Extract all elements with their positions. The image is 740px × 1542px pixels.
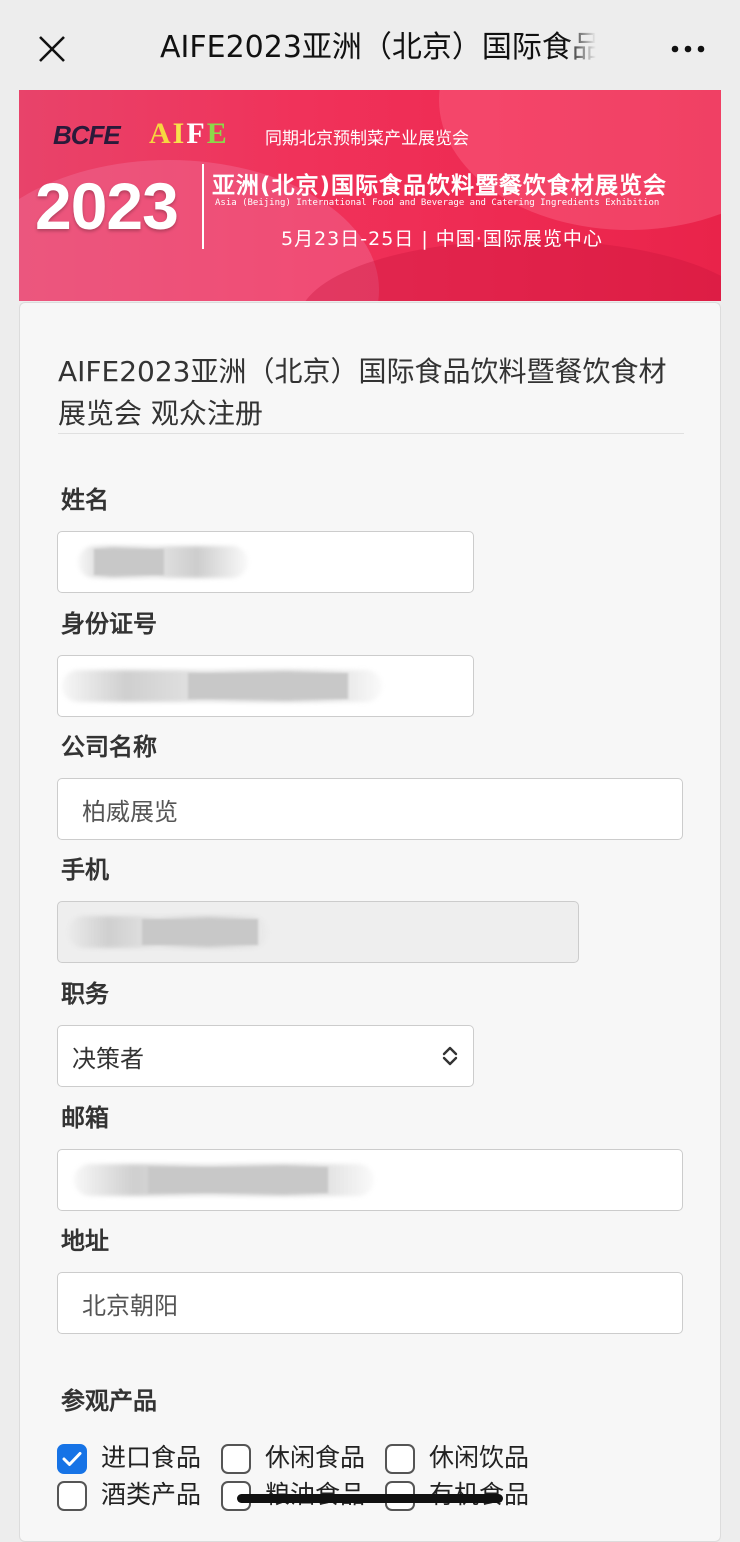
banner-date-venue: 5月23日-25日 | 中国·国际展览中心: [281, 228, 603, 250]
form-title: AIFE2023亚洲（北京）国际食品饮料暨餐饮食材展览会 观众注册: [58, 355, 667, 430]
top-nav-bar: AIFE2023亚洲（北京）国际食品: [0, 0, 740, 96]
company-value: 柏威展览: [82, 797, 178, 826]
company-label: 公司名称: [61, 733, 157, 761]
phone-field[interactable]: [57, 901, 579, 963]
product-option[interactable]: 休闲饮品: [385, 1438, 539, 1474]
home-indicator: [237, 1494, 503, 1503]
product-checkbox-row: 酒类产品 粮油食品 有机食品: [57, 1475, 549, 1511]
product-option-label: 休闲饮品: [429, 1443, 530, 1472]
name-field[interactable]: [57, 531, 474, 593]
position-value: 决策者: [72, 1044, 144, 1073]
product-option[interactable]: 进口食品: [57, 1438, 211, 1474]
checkbox[interactable]: [385, 1444, 416, 1474]
id-number-label: 身份证号: [61, 610, 157, 638]
product-option[interactable]: 酒类产品: [57, 1475, 211, 1511]
banner-divider: [202, 164, 204, 249]
event-banner: BCFE AIFE 同期北京预制菜产业展览会 2023 亚洲(北京)国际食品饮料…: [19, 90, 721, 301]
product-option[interactable]: 有机食品: [385, 1475, 539, 1511]
products-label: 参观产品: [61, 1387, 157, 1415]
product-option-label: 休闲食品: [265, 1443, 366, 1472]
banner-subtitle: 同期北京预制菜产业展览会: [265, 129, 469, 149]
aife-logo: AIFE: [149, 117, 229, 150]
bcfe-logo: BCFE: [53, 120, 121, 150]
product-option[interactable]: 休闲食品: [221, 1438, 375, 1474]
close-button[interactable]: [30, 27, 74, 71]
banner-main-title: 亚洲(北京)国际食品饮料暨餐饮食材展览会: [212, 173, 668, 199]
checkbox-checked[interactable]: [57, 1444, 87, 1474]
banner-year: 2023: [35, 169, 179, 243]
email-field[interactable]: [57, 1149, 683, 1211]
product-option-label: 粮油食品: [265, 1475, 365, 1511]
product-option[interactable]: 粮油食品: [221, 1475, 375, 1511]
company-field[interactable]: 柏威展览: [57, 778, 683, 840]
address-label: 地址: [61, 1227, 109, 1255]
product-checkbox-row: 进口食品 休闲食品 休闲饮品: [57, 1438, 549, 1474]
banner-english-title: Asia (Beijing) International Food and Be…: [215, 198, 660, 208]
position-label: 职务: [61, 980, 109, 1008]
more-horizontal-icon: [671, 45, 705, 53]
phone-label: 手机: [61, 856, 109, 884]
id-number-field[interactable]: [57, 655, 474, 717]
name-label: 姓名: [61, 486, 109, 514]
select-arrows-icon: [442, 1046, 458, 1066]
product-option-label: 有机食品: [429, 1475, 529, 1511]
checkbox[interactable]: [57, 1481, 87, 1511]
page-title: AIFE2023亚洲（北京）国际食品: [160, 0, 596, 96]
product-option-label: 进口食品: [101, 1443, 202, 1472]
close-icon: [39, 36, 65, 62]
title-divider: [58, 433, 684, 434]
checkbox[interactable]: [221, 1444, 252, 1474]
position-select[interactable]: 决策者: [57, 1025, 474, 1087]
checkmark-icon: [62, 1452, 82, 1466]
product-option-label: 酒类产品: [101, 1480, 202, 1509]
email-label: 邮箱: [61, 1104, 109, 1132]
more-options-button[interactable]: [666, 32, 710, 66]
address-value: 北京朝阳: [82, 1291, 178, 1320]
address-field[interactable]: 北京朝阳: [57, 1272, 683, 1334]
